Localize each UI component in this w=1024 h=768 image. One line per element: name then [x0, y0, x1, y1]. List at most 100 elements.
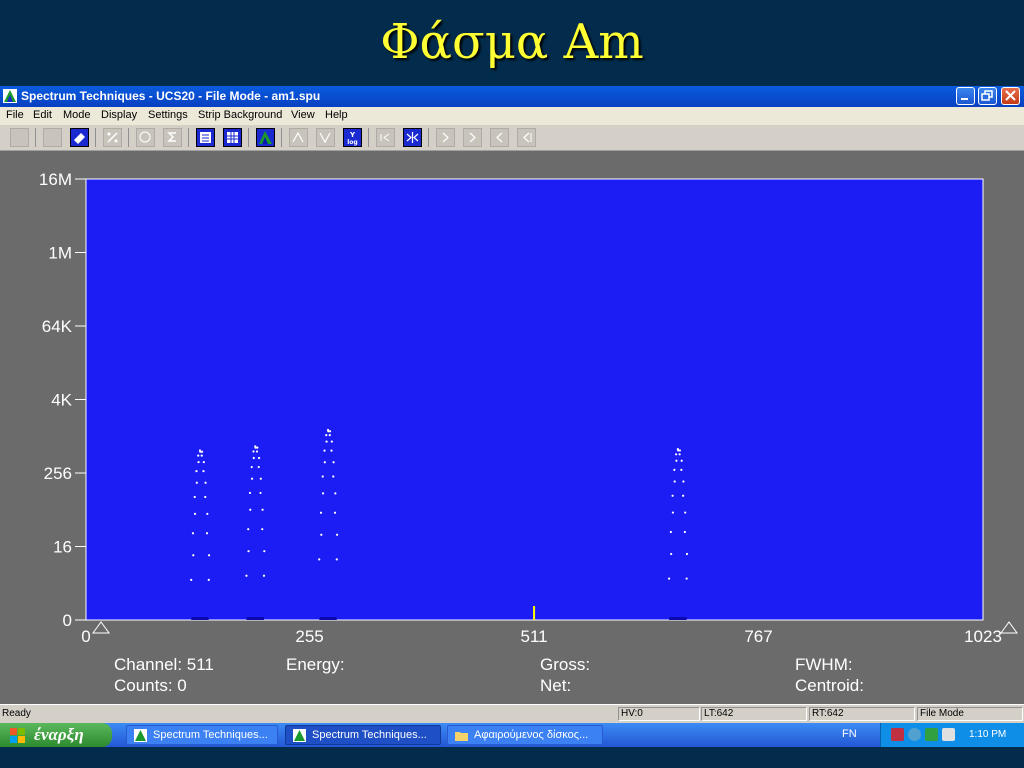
data-point	[685, 577, 688, 580]
menu-display[interactable]: Display	[101, 109, 137, 121]
prev-channel-button[interactable]	[490, 128, 509, 147]
status-mode: File Mode	[917, 707, 1023, 721]
network-icon[interactable]	[891, 728, 904, 741]
roi-center-button[interactable]	[403, 128, 422, 147]
language-indicator[interactable]: FN	[842, 728, 857, 740]
data-point	[676, 448, 679, 451]
roi-center-icon	[406, 132, 419, 143]
minimize-button[interactable]	[956, 87, 975, 105]
menu-mode[interactable]: Mode	[63, 109, 91, 121]
start-button[interactable]: έναρξη	[0, 723, 112, 747]
chevron-left-icon	[523, 132, 532, 143]
spectrum-view-button[interactable]	[256, 128, 275, 147]
data-point	[206, 512, 209, 515]
data-point	[671, 494, 674, 497]
spectrum-chart[interactable]: 0 16 256 4K 64K 1M 16M 0 255 511 767 1023	[0, 151, 1024, 704]
data-point	[321, 475, 324, 478]
data-point	[191, 532, 195, 535]
peak-baseline	[669, 617, 687, 620]
next-peak-button[interactable]	[436, 128, 455, 147]
data-point	[683, 530, 686, 534]
data-point	[207, 578, 210, 581]
erase-button[interactable]	[70, 128, 89, 147]
menu-file[interactable]: File	[6, 109, 24, 121]
taskbar: έναρξη Spectrum Techniques... Spectrum T…	[0, 723, 1024, 747]
print-button[interactable]	[196, 128, 215, 147]
menu-edit[interactable]: Edit	[33, 109, 52, 121]
next-channel-button[interactable]	[463, 128, 482, 147]
data-point	[193, 512, 197, 515]
task-removable-disk[interactable]: Αφαιρούμενος δίσκος...	[447, 725, 603, 745]
x-axis: 0 255 511 767 1023	[81, 627, 1002, 646]
expand-down-button[interactable]	[316, 128, 335, 147]
task-spectrum-2[interactable]: Spectrum Techniques...	[285, 725, 441, 745]
data-point	[673, 480, 676, 483]
svg-text:log: log	[347, 139, 357, 146]
restore-button[interactable]	[978, 87, 997, 105]
prev-peak-button[interactable]	[517, 128, 536, 147]
table-icon	[227, 132, 238, 143]
task-label: Spectrum Techniques...	[153, 729, 268, 741]
data-point	[198, 449, 202, 452]
close-button[interactable]	[1001, 87, 1020, 105]
x-tick-label: 767	[744, 627, 772, 646]
y-log-button[interactable]: Ylog	[343, 128, 362, 147]
data-point	[190, 578, 193, 581]
roi-left-button[interactable]	[376, 128, 395, 147]
peak-baseline	[191, 617, 209, 620]
spectrum-app-icon	[3, 89, 17, 103]
spectrum-display[interactable]: 0 16 256 4K 64K 1M 16M 0 255 511 767 1023 Channel:…	[0, 151, 1024, 704]
data-point	[257, 465, 260, 469]
minimize-icon	[961, 98, 968, 100]
expand-up-button[interactable]	[289, 128, 308, 147]
y-tick-label: 1M	[48, 244, 72, 263]
y-tick-label: 256	[44, 464, 72, 483]
data-point	[673, 468, 676, 471]
status-hv: HV:0	[618, 707, 700, 721]
data-point	[330, 440, 333, 443]
windows-logo-icon	[10, 728, 25, 743]
toolbar-separator	[428, 128, 429, 147]
app-window: Spectrum Techniques - UCS20 - File Mode …	[0, 86, 1024, 724]
toolbar-separator	[188, 128, 189, 147]
table-button[interactable]	[223, 128, 242, 147]
data-point	[335, 533, 339, 536]
start-label: έναρξη	[34, 725, 84, 744]
data-point	[202, 470, 205, 473]
region-button[interactable]	[136, 128, 155, 147]
menu-help[interactable]: Help	[325, 109, 348, 121]
y-tick-label: 16M	[39, 170, 72, 189]
data-point	[671, 511, 675, 514]
data-point	[250, 465, 253, 469]
data-point	[204, 481, 207, 484]
left-marker-icon[interactable]	[92, 621, 110, 634]
data-point	[678, 449, 682, 452]
data-point	[207, 554, 211, 557]
right-marker-icon[interactable]	[1000, 621, 1018, 634]
data-point	[330, 449, 333, 452]
data-point	[249, 508, 252, 511]
data-point	[255, 450, 259, 453]
sum-button[interactable]	[163, 128, 182, 147]
save-button[interactable]	[43, 128, 62, 147]
title-bar[interactable]: Spectrum Techniques - UCS20 - File Mode …	[0, 86, 1024, 107]
speaker-icon[interactable]	[942, 728, 955, 741]
data-point	[197, 454, 200, 457]
task-spectrum-1[interactable]: Spectrum Techniques...	[126, 725, 278, 745]
menu-strip-background[interactable]: Strip Background	[198, 109, 282, 121]
data-point	[323, 461, 326, 464]
sigma-icon	[167, 132, 176, 142]
data-point	[261, 528, 264, 531]
data-point	[263, 550, 266, 553]
toolbar-separator	[281, 128, 282, 147]
percent-button[interactable]	[103, 128, 122, 147]
menu-view[interactable]: View	[291, 109, 315, 121]
data-point	[320, 533, 323, 536]
volume-icon[interactable]	[908, 728, 921, 741]
clock: 1:10 PM	[969, 729, 1007, 740]
open-button[interactable]	[10, 128, 29, 147]
data-point	[202, 460, 205, 464]
menu-settings[interactable]: Settings	[148, 109, 188, 121]
safely-remove-icon[interactable]	[925, 728, 938, 741]
status-bar: Ready HV:0 LT:642 RT:642 File Mode	[0, 704, 1024, 724]
